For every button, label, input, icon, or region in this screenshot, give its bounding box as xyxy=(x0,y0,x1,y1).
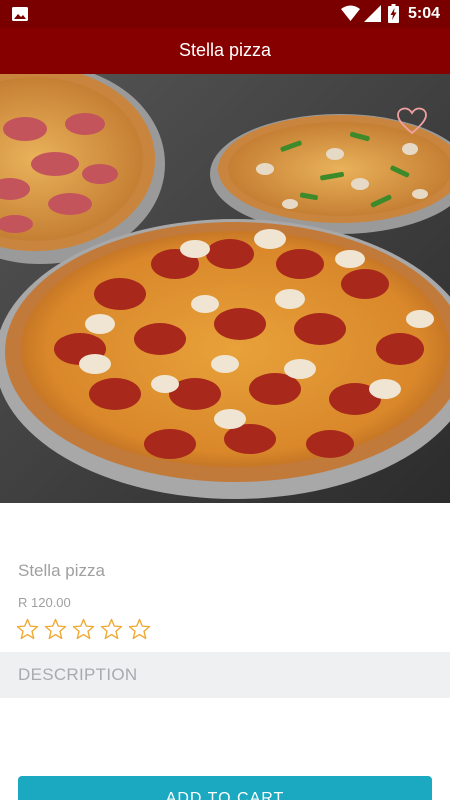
app-bar: Stella pizza xyxy=(0,28,450,74)
signal-icon xyxy=(364,5,381,22)
pizza-photo xyxy=(0,74,450,503)
status-clock: 5:04 xyxy=(408,5,441,22)
star-icon[interactable] xyxy=(128,618,151,640)
status-bar: 5:04 xyxy=(0,0,450,28)
star-icon[interactable] xyxy=(16,618,39,640)
product-price: R 120.00 xyxy=(18,595,71,610)
add-to-cart-button[interactable]: ADD TO CART xyxy=(18,776,432,800)
gallery-icon xyxy=(12,7,28,21)
heart-outline-icon[interactable] xyxy=(397,107,427,135)
star-icon[interactable] xyxy=(100,618,123,640)
page-title: Stella pizza xyxy=(178,40,272,60)
battery-charging-icon xyxy=(388,4,399,23)
description-label: DESCRIPTION xyxy=(18,665,138,684)
wifi-icon xyxy=(341,5,360,21)
rating-stars[interactable] xyxy=(16,618,151,640)
description-section-header: DESCRIPTION xyxy=(0,652,450,698)
star-icon[interactable] xyxy=(44,618,67,640)
product-image xyxy=(0,74,450,503)
product-name: Stella pizza xyxy=(18,561,105,580)
star-icon[interactable] xyxy=(72,618,95,640)
